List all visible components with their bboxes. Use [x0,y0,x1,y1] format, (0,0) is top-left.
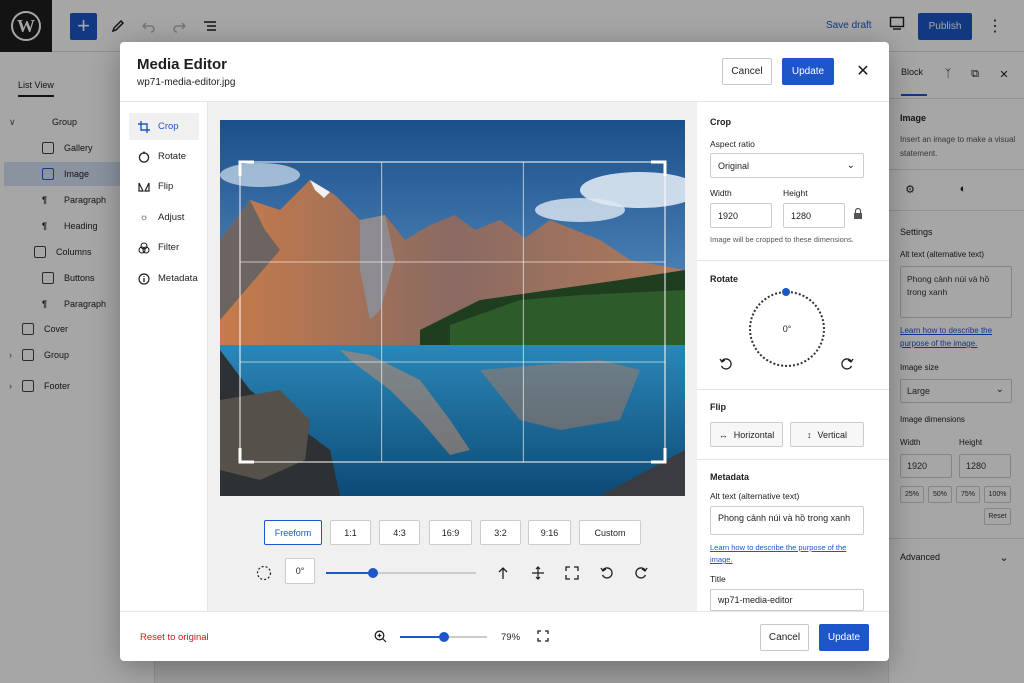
tool-adjust[interactable]: ☼ Adjust [129,204,199,231]
rotation-dial-handle[interactable] [782,288,790,296]
image-canvas-area: Freeform 1:1 4:3 16:9 3:2 9:16 Custom 0° [208,102,697,611]
filter-icon [136,241,152,254]
meta-title-label: Title [710,574,726,584]
tool-label: Adjust [158,212,185,223]
zoom-slider-fill [400,636,444,638]
modal-title: Media Editor [137,56,228,73]
tool-label: Metadata [158,273,198,284]
aspect-custom-button[interactable]: Custom [579,520,641,545]
fit-to-frame-icon[interactable] [563,564,581,582]
rotate-right-icon[interactable] [839,356,855,372]
rotation-degree-input[interactable]: 0° [285,558,315,584]
crop-icon [136,120,152,133]
flip-heading: Flip [710,402,726,412]
crop-note: Image will be cropped to these dimension… [710,235,854,244]
flip-vertical-button[interactable]: ↕ Vertical [790,422,864,447]
crop-height-input[interactable]: 1280 [783,203,845,228]
image-preview[interactable] [220,120,685,496]
aspect-ratio-label: Aspect ratio [710,139,755,149]
aspect-freeform-button[interactable]: Freeform [264,520,322,545]
lock-icon[interactable] [853,207,865,222]
divider [697,260,889,261]
flip-horizontal-button[interactable]: ↔ Horizontal [710,422,783,447]
file-name: wp71-media-editor.jpg [137,77,236,88]
flip-vertical-label: Vertical [817,429,847,440]
rotation-slider-thumb[interactable] [367,568,378,578]
meta-title-input[interactable]: wp71-media-editor [710,589,864,611]
divider [120,611,889,612]
divider [697,389,889,390]
crop-height-label: Height [783,188,808,198]
meta-alt-help-link[interactable]: Learn how to describe the purpose of the… [710,542,870,566]
flip-icon [136,181,152,193]
rotate-right-icon[interactable] [632,564,650,582]
reset-to-original-button[interactable]: Reset to original [140,632,209,643]
tool-list: Crop Rotate Flip ☼ Adjust Filter Metadat… [120,102,208,611]
aspect-16-9-button[interactable]: 16:9 [429,520,472,545]
cancel-button[interactable]: Cancel [722,58,772,85]
fullscreen-icon[interactable] [537,630,551,644]
straighten-icon[interactable] [494,564,512,582]
metadata-heading: Metadata [710,472,750,482]
footer-update-button[interactable]: Update [819,624,869,651]
aspect-ratio-select[interactable]: Original ⌄ [710,153,864,178]
rotate-left-icon[interactable] [598,564,616,582]
rotation-slider-fill [326,572,373,574]
zoom-value: 79% [501,632,521,643]
aspect-9-16-button[interactable]: 9:16 [528,520,571,545]
zoom-slider-thumb[interactable] [438,632,449,642]
info-icon [136,272,152,285]
tool-flip[interactable]: Flip [129,173,199,200]
footer-cancel-button[interactable]: Cancel [760,624,809,651]
chevron-down-icon: ⌄ [846,160,855,171]
arrows-vertical-icon: ↕ [806,429,812,440]
tool-crop[interactable]: Crop [129,113,199,140]
arrows-horizontal-icon: ↔ [718,429,728,440]
crop-heading: Crop [710,117,731,127]
tool-rotate[interactable]: Rotate [129,143,199,170]
tool-label: Flip [158,181,174,192]
tool-metadata[interactable]: Metadata [129,265,199,292]
tool-label: Rotate [158,151,186,162]
update-button[interactable]: Update [782,58,834,85]
tool-label: Filter [158,242,180,253]
divider [697,459,889,460]
close-icon[interactable]: ✕ [854,62,872,80]
flip-horizontal-label: Horizontal [733,429,775,440]
zoom-icon[interactable] [374,630,388,644]
adjust-icon: ☼ [139,212,149,223]
media-editor-modal: Media Editor wp71-media-editor.jpg Cance… [120,42,889,661]
rotate-icon [136,151,152,163]
aspect-3-2-button[interactable]: 3:2 [480,520,521,545]
rotation-dial-value: 0° [782,324,792,334]
edit-settings-panel: Crop Aspect ratio Original ⌄ Width Heigh… [697,102,889,611]
aspect-4-3-button[interactable]: 4:3 [379,520,420,545]
rotation-dial-icon [255,564,273,582]
crop-width-input[interactable]: 1920 [710,203,772,228]
aspect-ratio-value: Original [718,160,750,171]
aspect-1-1-button[interactable]: 1:1 [330,520,371,545]
crop-width-label: Width [710,188,732,198]
meta-alt-label: Alt text (alternative text) [710,491,800,501]
meta-alt-input[interactable]: Phong cảnh núi và hồ trong xanh [710,506,864,535]
rotate-left-icon[interactable] [718,356,734,372]
tool-filter[interactable]: Filter [129,234,199,261]
move-icon[interactable] [529,564,547,582]
tool-label: Crop [158,121,179,132]
rotate-heading: Rotate [710,274,739,284]
